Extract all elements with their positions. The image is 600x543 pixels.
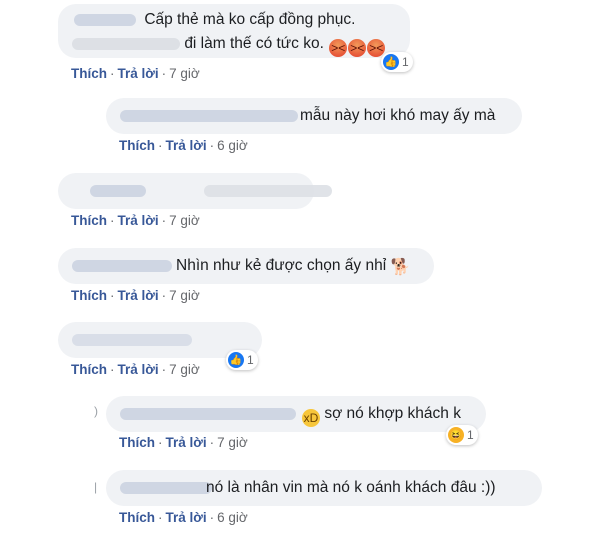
laughing-face-icon: xD <box>302 409 320 427</box>
comment-actions-5: Thích · Trả lời · 7 giờ <box>71 362 200 377</box>
commenter-name[interactable] <box>72 334 192 346</box>
like-link[interactable]: Thích <box>119 435 155 450</box>
dog-icon: 🐕 <box>390 259 411 276</box>
like-icon: 👍 <box>228 352 244 368</box>
reply-link[interactable]: Trả lời <box>118 288 159 303</box>
like-link[interactable]: Thích <box>71 66 107 81</box>
blurred-text <box>204 185 332 197</box>
comment-bubble-4: Nhìn như kẻ được chọn ấy nhỉ 🐕 <box>58 248 434 284</box>
comment-text-line2: đi làm thế có tức ko. <box>184 35 324 52</box>
comment-bubble-3 <box>58 173 332 209</box>
comment-actions-6: Thích · Trả lời · 7 giờ <box>119 435 248 450</box>
comment-bubble-1: Cấp thẻ mà ko cấp đồng phục. đi làm thế … <box>58 4 410 58</box>
timestamp[interactable]: 7 giờ <box>169 66 200 81</box>
like-link[interactable]: Thích <box>119 138 155 153</box>
timestamp[interactable]: 7 giờ <box>217 435 248 450</box>
thread-line: | <box>94 480 98 494</box>
commenter-name[interactable] <box>120 110 298 122</box>
reply-link[interactable]: Trả lời <box>118 66 159 81</box>
angry-face-icon: >< <box>348 39 367 57</box>
comment-actions-3: Thích · Trả lời · 7 giờ <box>71 213 200 228</box>
haha-icon: 😆 <box>448 427 464 443</box>
reply-link[interactable]: Trả lời <box>118 213 159 228</box>
commenter-name[interactable] <box>72 260 172 272</box>
timestamp[interactable]: 6 giờ <box>217 138 248 153</box>
reaction-count-1[interactable]: 👍 1 <box>381 52 413 72</box>
comment-text-line1: Cấp thẻ mà ko cấp đồng phục. <box>144 11 356 28</box>
timestamp[interactable]: 7 giờ <box>169 213 200 228</box>
angry-face-icon: >< <box>329 39 348 57</box>
comment-text: mẫu này hơi khó may ấy mà <box>300 107 496 124</box>
timestamp[interactable]: 7 giờ <box>169 288 200 303</box>
commenter-name[interactable] <box>120 482 212 494</box>
angry-face-icon: >< <box>367 39 386 57</box>
reply-link[interactable]: Trả lời <box>166 138 207 153</box>
commenter-name[interactable] <box>74 13 136 26</box>
comment-actions-1: Thích · Trả lời · 7 giờ <box>71 66 200 81</box>
reply-link[interactable]: Trả lời <box>166 435 207 450</box>
comment-bubble-7: nó là nhân vin mà nó k oánh khách đâu :)… <box>106 470 542 506</box>
comment-text: nó là nhân vin mà nó k oánh khách đâu :)… <box>206 479 496 496</box>
timestamp[interactable]: 7 giờ <box>169 362 200 377</box>
reply-link[interactable]: Trả lời <box>118 362 159 377</box>
comment-bubble-2: mẫu này hơi khó may ấy mà <box>106 98 522 134</box>
timestamp[interactable]: 6 giờ <box>217 510 248 525</box>
reaction-count-5[interactable]: 👍 1 <box>226 350 258 370</box>
like-link[interactable]: Thích <box>71 362 107 377</box>
comment-actions-2: Thích · Trả lời · 6 giờ <box>119 138 248 153</box>
like-link[interactable]: Thích <box>71 213 107 228</box>
comment-text: sợ nó khợp khách k <box>324 405 461 422</box>
like-link[interactable]: Thích <box>71 288 107 303</box>
comment-actions-7: Thích · Trả lời · 6 giờ <box>119 510 248 525</box>
comment-actions-4: Thích · Trả lời · 7 giờ <box>71 288 200 303</box>
comment-text: Nhìn như kẻ được chọn ấy nhỉ <box>176 257 387 274</box>
thread-line: ) <box>94 404 98 418</box>
comment-bubble-6: xD sợ nó khợp khách k <box>106 396 486 432</box>
commenter-name[interactable] <box>120 408 296 420</box>
like-icon: 👍 <box>383 54 399 70</box>
reply-link[interactable]: Trả lời <box>166 510 207 525</box>
blurred-text <box>72 37 180 50</box>
commenter-name[interactable] <box>90 185 146 197</box>
reaction-count-6[interactable]: 😆 1 <box>446 425 478 445</box>
like-link[interactable]: Thích <box>119 510 155 525</box>
